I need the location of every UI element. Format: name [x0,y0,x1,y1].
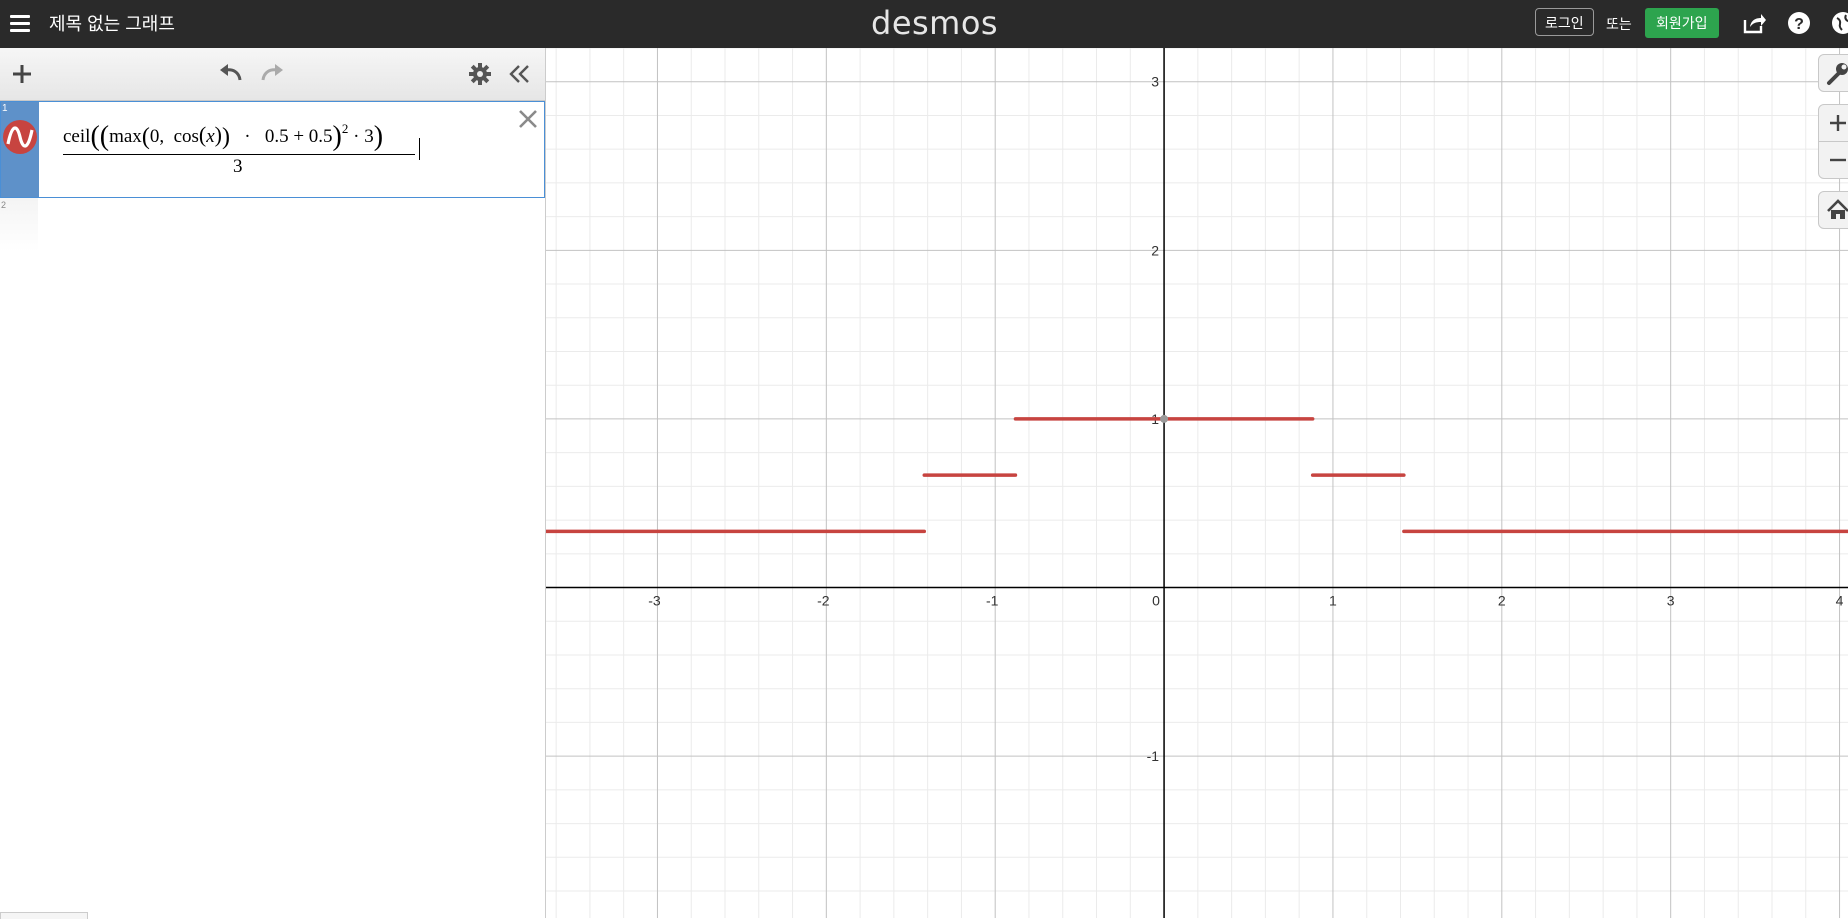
formula-denominator: 3 [233,156,243,177]
share-icon[interactable] [1741,10,1767,36]
formula-multiply-2: · [353,126,360,147]
zoom-out-icon[interactable] [1818,141,1848,179]
wrench-icon[interactable] [1818,54,1848,92]
expression-index: 2 [1,200,7,210]
expression-toolbar [0,48,545,101]
max-function: max [109,126,142,147]
expression-index: 1 [2,103,8,114]
formula-plus: + [293,126,305,147]
delete-expression-icon[interactable] [515,106,541,132]
y-tick-label: 3 [1151,74,1159,90]
x-tick-label: -1 [986,593,999,609]
help-icon[interactable]: ? [1786,10,1812,36]
tick-labels: -3-2-101234321-1-2 [648,74,1843,918]
expression-row-1[interactable]: 1 ceil((max(0, cos(x)) · 0.5 + 0.5)2 · 3… [0,101,545,198]
y-tick-label: 2 [1151,242,1159,258]
formula-three: 3 [364,126,374,147]
cos-function: cos [173,126,199,147]
expression-row-tab: 2 [0,198,38,252]
collapse-panel-icon[interactable] [508,62,532,91]
language-globe-icon[interactable] [1830,10,1848,36]
signup-button[interactable]: 회원가입 [1645,8,1719,38]
formula-half-1: 0.5 [264,126,289,147]
hamburger-menu-icon[interactable] [10,12,32,34]
intercept-point[interactable] [1160,414,1169,423]
x-tick-label: -2 [817,593,830,609]
zoom-in-icon[interactable] [1818,104,1848,142]
expression-row-2[interactable]: 2 [0,198,545,252]
fraction-bar [63,154,415,155]
axes [546,48,1848,918]
desmos-logo: desmos [871,4,999,42]
x-tick-label: 2 [1498,593,1506,609]
formula-variable-x: x [206,126,215,147]
ceil-function: ceil [63,126,91,147]
svg-text:?: ? [1794,16,1804,33]
text-cursor [419,138,420,160]
x-tick-label: -3 [648,593,661,609]
top-bar: 제목 없는 그래프 desmos 로그인 또는 회원가입 ? [0,0,1848,48]
login-button[interactable]: 로그인 [1535,8,1594,36]
expression-row-tab: 1 [1,102,39,197]
x-tick-label: 4 [1836,593,1844,609]
formula-numerator: ceil((max(0, cos(x)) · 0.5 + 0.5)2 · 3) [63,121,384,152]
settings-gear-icon[interactable] [468,62,492,91]
graph-svg[interactable]: -3-2-101234321-1-2 [546,48,1848,918]
home-icon[interactable] [1818,191,1848,229]
grid-major [546,48,1848,918]
graph-title[interactable]: 제목 없는 그래프 [49,10,175,36]
y-tick-label: -1 [1147,748,1160,764]
formula-half-2: 0.5 [308,126,333,147]
grid-minor [546,48,1848,918]
function-curve[interactable] [546,414,1848,534]
or-text: 또는 [1606,16,1632,32]
formula-zero: 0, [149,126,165,147]
x-tick-label: 1 [1329,593,1337,609]
graph-canvas[interactable]: -3-2-101234321-1-2 [546,48,1848,918]
formula-multiply: · [244,126,251,147]
x-tick-label: 3 [1667,593,1675,609]
formula-exponent: 2 [341,121,349,136]
x-tick-label: 0 [1152,593,1160,609]
undo-icon[interactable] [218,62,244,89]
add-expression-icon[interactable] [10,62,34,91]
redo-icon[interactable] [259,62,285,89]
graph-color-icon[interactable] [3,120,37,154]
expression-panel: 1 ceil((max(0, cos(x)) · 0.5 + 0.5)2 · 3… [0,48,546,919]
